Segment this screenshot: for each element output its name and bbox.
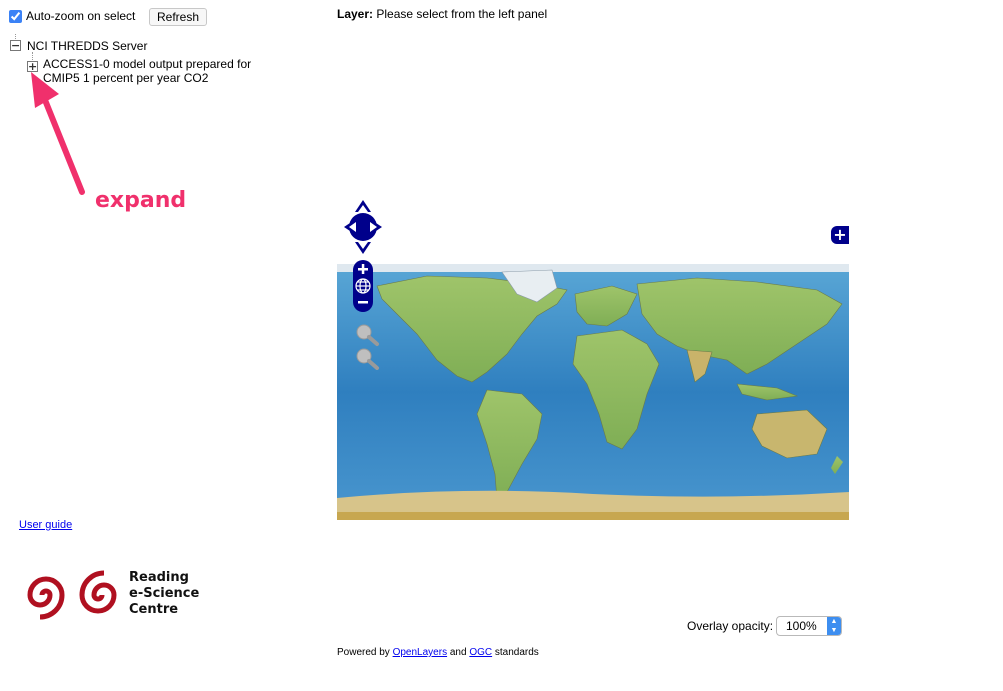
zoom-out-box-icon[interactable] [356,348,379,370]
overlay-opacity-select[interactable]: 100% ▲ ▼ [776,616,842,636]
autozoom-label: Auto-zoom on select [26,9,136,23]
layer-status-prefix: Layer: [337,7,374,21]
rsc-logo-icon [27,570,117,620]
layer-switcher-button[interactable]: + [831,226,849,244]
world-map[interactable] [337,264,849,520]
server-collapse-toggle[interactable]: − [10,40,21,51]
annotation-label: expand [95,188,187,213]
openlayers-link[interactable]: OpenLayers [393,647,447,658]
ogc-link[interactable]: OGC [469,647,492,658]
tree-node-server[interactable]: NCI THREDDS Server [27,39,147,53]
zoom-control[interactable] [352,258,374,314]
zoom-out-icon[interactable] [358,301,368,304]
user-guide-link[interactable]: User guide [19,519,72,531]
layer-status-value: Please select from the left panel [376,7,548,21]
zoom-box-icon[interactable] [356,324,379,346]
autozoom-checkbox[interactable] [9,9,22,23]
overlay-opacity-value: 100% [786,619,817,633]
overlay-opacity-label: Overlay opacity: [687,619,774,633]
layer-status: Layer: Please select from the left panel [337,7,547,21]
zoom-tools[interactable] [354,322,380,370]
tree-connector [32,52,33,60]
footer: Powered by OpenLayers and OGC standards [337,647,539,658]
annotation-arrow-icon [31,72,85,195]
refresh-button[interactable]: Refresh [149,8,208,26]
autozoom-control[interactable]: Auto-zoom on select [9,9,135,23]
pan-control[interactable] [344,200,384,255]
select-arrows-icon: ▲ ▼ [827,617,841,635]
rsc-logo-text: Reading e-Science Centre [129,570,200,617]
